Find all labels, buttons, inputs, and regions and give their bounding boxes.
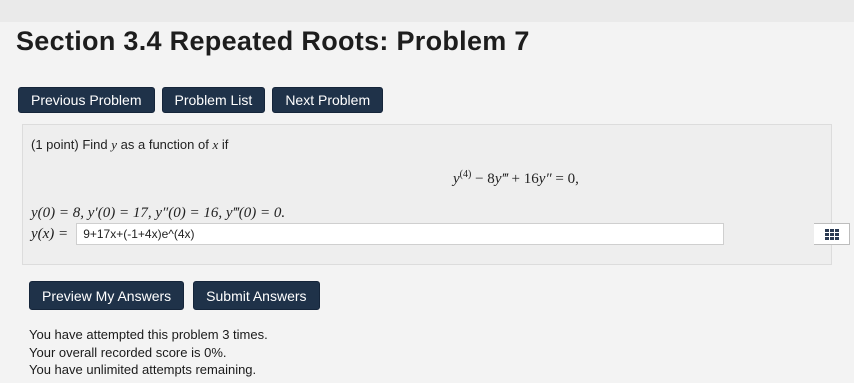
recorded-score: Your overall recorded score is 0%.	[29, 344, 227, 360]
page-title: Section 3.4 Repeated Roots: Problem 7	[16, 26, 530, 56]
previous-problem-button[interactable]: Previous Problem	[18, 87, 155, 113]
equation-editor-icon	[824, 228, 839, 240]
eq-y3: y‴	[494, 171, 508, 187]
eq-y4: y	[453, 171, 460, 187]
initial-conditions: y(0) = 8, y′(0) = 17, y″(0) = 16, y‴(0) …	[31, 205, 286, 221]
answer-input[interactable]	[76, 223, 725, 245]
eq-rhs: = 0,	[551, 171, 579, 187]
submit-bar: Preview My Answers Submit Answers	[29, 281, 320, 310]
attempts-remaining: You have unlimited attempts remaining.	[29, 362, 257, 377]
problem-box: (1 point) Find y as a function of x if y…	[22, 124, 851, 265]
eq-minus-term: − 8	[471, 171, 495, 187]
equation-editor-button[interactable]	[814, 223, 851, 245]
top-strip	[0, 0, 854, 22]
problem-list-button[interactable]: Problem List	[161, 87, 266, 113]
answer-row: y(x) =	[31, 223, 851, 245]
problem-nav: Previous Problem Problem List Next Probl…	[18, 87, 384, 113]
submit-answers-button[interactable]: Submit Answers	[193, 281, 320, 310]
answer-label: y(x) =	[31, 225, 69, 242]
eq-y4-order: (4)	[459, 169, 472, 180]
problem-statement: (1 point) Find y as a function of x if	[31, 137, 228, 153]
as-function-of: as a function of	[120, 137, 209, 152]
if-word: if	[221, 137, 229, 152]
differential-equation: y(4) − 8y‴ + 16y″ = 0,	[453, 169, 579, 188]
points-label: (1 point)	[31, 137, 79, 152]
attempt-status: You have attempted this problem 3 times.…	[29, 326, 268, 379]
find-word: Find	[82, 137, 108, 152]
attempt-count: You have attempted this problem 3 times.	[29, 327, 268, 342]
eq-y2: y″	[538, 171, 552, 187]
var-x: x	[212, 137, 219, 152]
eq-plus-term: + 16	[507, 171, 539, 187]
next-problem-button[interactable]: Next Problem	[272, 87, 384, 113]
preview-answers-button[interactable]: Preview My Answers	[29, 281, 185, 310]
var-y: y	[111, 137, 118, 152]
